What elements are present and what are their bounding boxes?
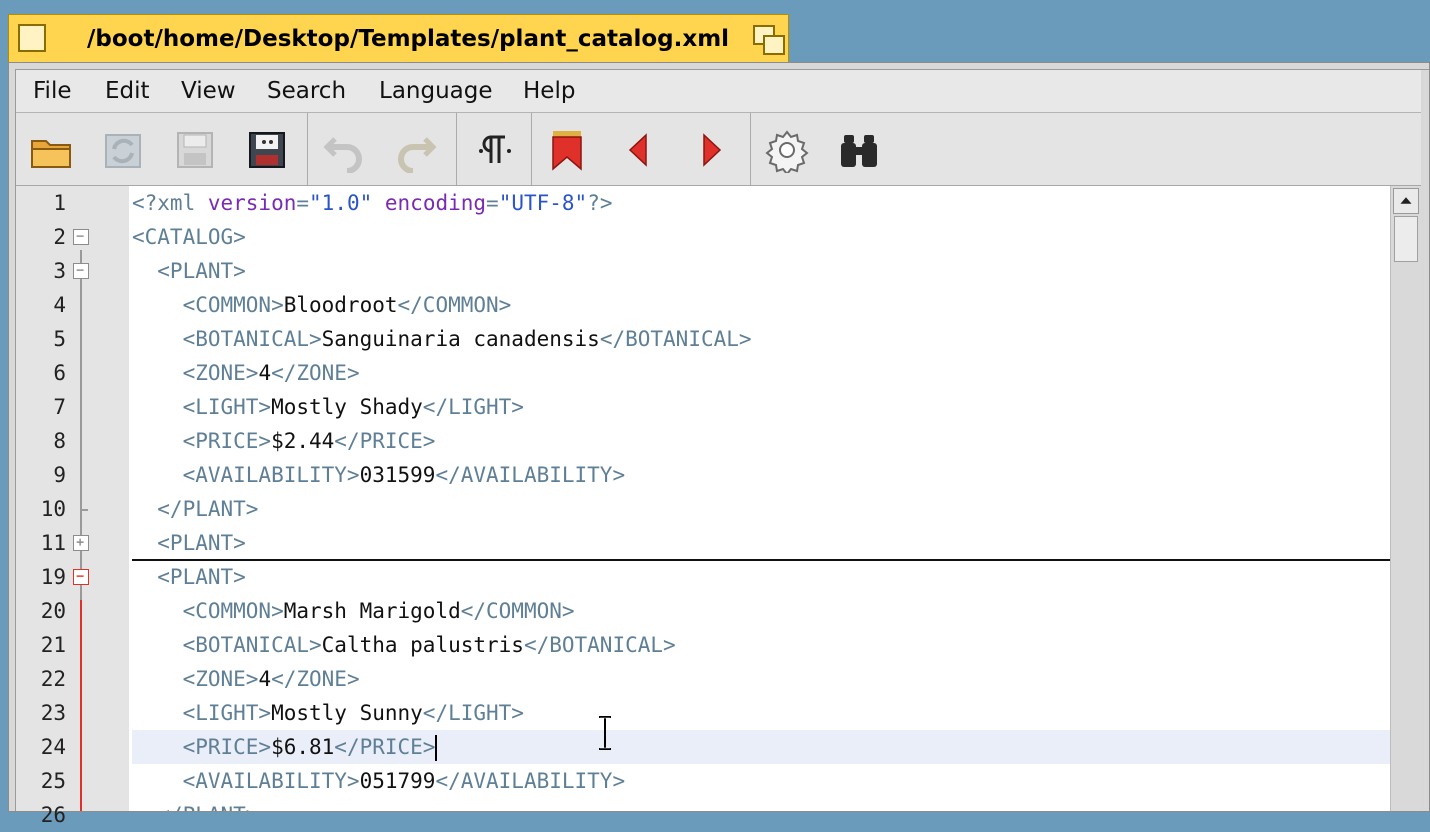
line-number-gutter: 1 2 3 4 5 6 7 8 9 10 11 19 20 21 22 23 24 25 26 bbox=[16, 186, 129, 827]
code-line: <PLANT> bbox=[132, 565, 246, 589]
toolbar-separator bbox=[307, 113, 308, 185]
redo-icon[interactable] bbox=[393, 127, 439, 173]
code-line-current: <PRICE>$6.81</PRICE> bbox=[132, 730, 1391, 764]
line-number: 26 bbox=[40, 803, 66, 827]
line-number: 1 bbox=[53, 191, 66, 215]
open-icon[interactable] bbox=[28, 127, 74, 173]
code-line: <CATALOG> bbox=[132, 225, 246, 249]
code-area[interactable]: <?xml version="1.0" encoding="UTF-8"?> <… bbox=[132, 186, 1391, 811]
code-line: <LIGHT>Mostly Shady</LIGHT> bbox=[132, 395, 524, 419]
window-title: /boot/home/Desktop/Templates/plant_catal… bbox=[87, 26, 730, 52]
line-number: 8 bbox=[53, 429, 66, 453]
menu-language[interactable]: Language bbox=[379, 70, 493, 112]
code-line: </PLANT> bbox=[132, 497, 259, 521]
menu-file[interactable]: File bbox=[33, 70, 72, 112]
code-editor[interactable]: 1 2 3 4 5 6 7 8 9 10 11 19 20 21 22 23 24 25 26 <?xml vers… bbox=[16, 186, 1421, 827]
toolbar bbox=[16, 113, 1421, 186]
code-line: <BOTANICAL>Caltha palustris</BOTANICAL> bbox=[132, 633, 676, 657]
close-button[interactable] bbox=[18, 24, 46, 52]
code-line-folded: <PLANT> bbox=[132, 531, 246, 555]
fold-collapse-icon[interactable] bbox=[73, 569, 89, 585]
editor-window: File Edit View Search Language Help 1 2 … bbox=[8, 62, 1430, 827]
toolbar-separator bbox=[750, 113, 751, 185]
line-number: 4 bbox=[53, 293, 66, 317]
toolbar-separator bbox=[531, 113, 532, 185]
line-number: 2 bbox=[53, 225, 66, 249]
code-line: <BOTANICAL>Sanguinaria canadensis</BOTAN… bbox=[132, 327, 752, 351]
fold-end-marker bbox=[80, 509, 88, 511]
code-line: <ZONE>4</ZONE> bbox=[132, 667, 360, 691]
code-line: <LIGHT>Mostly Sunny</LIGHT> bbox=[132, 701, 524, 725]
fold-collapse-icon[interactable] bbox=[73, 229, 89, 245]
line-number: 23 bbox=[40, 701, 66, 725]
fold-range-line bbox=[80, 584, 82, 811]
line-number: 6 bbox=[53, 361, 66, 385]
menu-help[interactable]: Help bbox=[523, 70, 575, 112]
line-number: 11 bbox=[40, 531, 66, 555]
line-number: 3 bbox=[53, 259, 66, 283]
line-number: 21 bbox=[40, 633, 66, 657]
bookmark-icon[interactable] bbox=[544, 127, 590, 173]
code-line: </PLANT> bbox=[132, 798, 1391, 811]
find-icon[interactable] bbox=[836, 127, 882, 173]
text-caret bbox=[435, 735, 438, 761]
code-line: <PRICE>$2.44</PRICE> bbox=[132, 429, 436, 453]
line-number: 22 bbox=[40, 667, 66, 691]
code-line: <AVAILABILITY>051799</AVAILABILITY> bbox=[132, 769, 626, 793]
menu-search[interactable]: Search bbox=[267, 70, 346, 112]
code-line: <PLANT> bbox=[132, 259, 246, 283]
prev-bookmark-icon[interactable] bbox=[616, 127, 662, 173]
whitespace-icon[interactable] bbox=[469, 127, 515, 173]
menu-bar: File Edit View Search Language Help bbox=[16, 70, 1421, 113]
line-number: 5 bbox=[53, 327, 66, 351]
line-number: 7 bbox=[53, 395, 66, 419]
line-number: 19 bbox=[40, 565, 66, 589]
reload-icon[interactable] bbox=[100, 127, 146, 173]
ibeam-cursor-icon bbox=[598, 716, 612, 750]
next-bookmark-icon[interactable] bbox=[688, 127, 734, 173]
scroll-up-button[interactable] bbox=[1393, 188, 1419, 214]
code-line: <COMMON>Bloodroot</COMMON> bbox=[132, 293, 512, 317]
line-number: 10 bbox=[40, 497, 66, 521]
line-number: 24 bbox=[40, 735, 66, 759]
code-line: <ZONE>4</ZONE> bbox=[132, 361, 360, 385]
window-title-tab[interactable]: /boot/home/Desktop/Templates/plant_catal… bbox=[8, 14, 789, 62]
toolbar-separator bbox=[456, 113, 457, 185]
menu-view[interactable]: View bbox=[181, 70, 236, 112]
code-line: <AVAILABILITY>031599</AVAILABILITY> bbox=[132, 463, 626, 487]
code-line: <COMMON>Marsh Marigold</COMMON> bbox=[132, 599, 575, 623]
scroll-thumb[interactable] bbox=[1394, 216, 1418, 262]
line-number: 20 bbox=[40, 599, 66, 623]
line-number: 25 bbox=[40, 769, 66, 793]
save-as-icon[interactable] bbox=[244, 127, 290, 173]
save-icon[interactable] bbox=[172, 127, 218, 173]
code-line: <?xml version="1.0" encoding="UTF-8"?> bbox=[132, 191, 613, 215]
undo-icon[interactable] bbox=[321, 127, 367, 173]
line-number: 9 bbox=[53, 463, 66, 487]
fold-expand-icon[interactable] bbox=[73, 535, 89, 551]
zoom-button[interactable] bbox=[751, 23, 785, 55]
vertical-scrollbar[interactable] bbox=[1390, 186, 1421, 811]
preferences-icon[interactable] bbox=[764, 127, 810, 173]
fold-collapse-icon[interactable] bbox=[73, 263, 89, 279]
menu-edit[interactable]: Edit bbox=[105, 70, 150, 112]
